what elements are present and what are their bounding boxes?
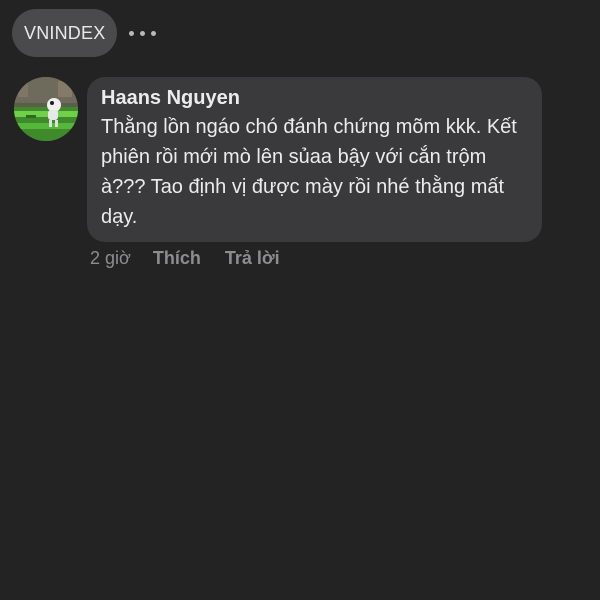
tag-chip-label: VNINDEX	[24, 22, 106, 43]
comment: Haans Nguyen Thằng lồn ngáo chó đánh chứ…	[14, 77, 542, 269]
comment-text: Thằng lồn ngáo chó đánh chứng mõm kkk. K…	[101, 116, 517, 228]
comment-author[interactable]: Haans Nguyen	[101, 87, 530, 110]
comment-body: Haans Nguyen Thằng lồn ngáo chó đánh chứ…	[87, 77, 542, 269]
comment-actions: 2 giờ Thích Trả lời	[87, 248, 542, 269]
top-bar: VNINDEX	[12, 9, 157, 57]
avatar-image	[14, 77, 78, 141]
avatar[interactable]	[14, 77, 78, 141]
comment-time[interactable]: 2 giờ	[90, 248, 131, 269]
comment-bubble[interactable]: Haans Nguyen Thằng lồn ngáo chó đánh chứ…	[87, 77, 542, 242]
dot	[151, 30, 157, 36]
dot	[129, 30, 135, 36]
reply-button[interactable]: Trả lời	[225, 248, 280, 269]
more-horizontal-icon[interactable]	[129, 9, 157, 57]
dot	[140, 30, 146, 36]
like-button[interactable]: Thích	[153, 248, 201, 269]
screen: VNINDEX Haans Nguyen Thằng lồn ngáo chó …	[0, 0, 600, 600]
tag-chip[interactable]: VNINDEX	[12, 9, 118, 57]
